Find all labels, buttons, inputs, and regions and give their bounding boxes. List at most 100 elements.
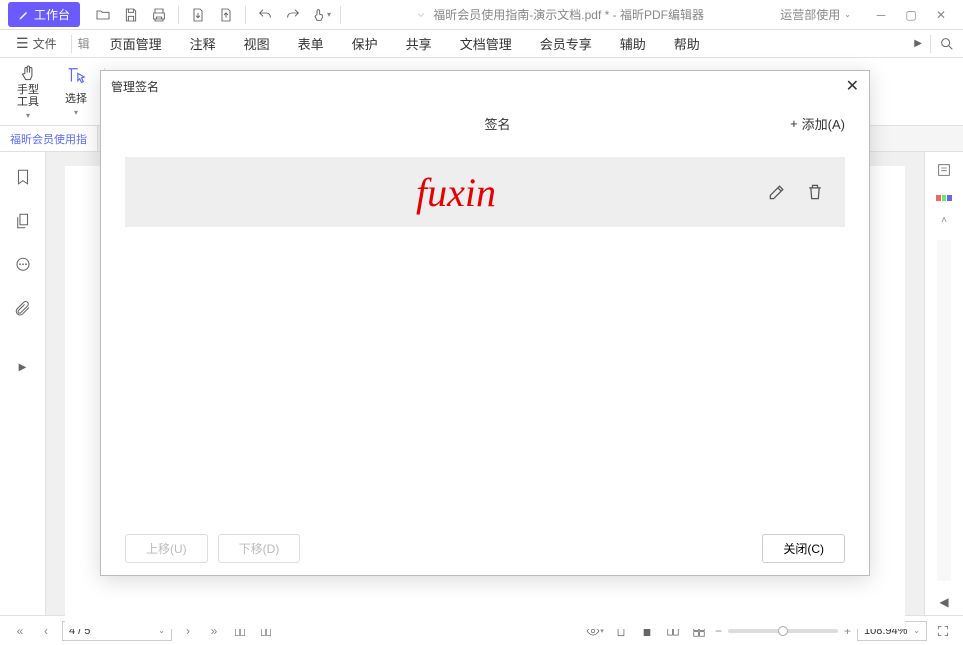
paperclip-icon [14, 300, 32, 318]
import-button[interactable] [213, 2, 239, 28]
delete-signature-button[interactable] [805, 182, 825, 202]
touch-button[interactable]: ▾ [308, 2, 334, 28]
folder-icon [95, 7, 111, 23]
zoom-slider[interactable] [728, 629, 838, 633]
move-up-button[interactable]: 上移(U) [125, 534, 208, 563]
select-icon [65, 66, 87, 88]
print-icon [151, 7, 167, 23]
document-tab[interactable]: 福昕会员使用指 [0, 126, 98, 151]
first-page-button[interactable]: « [10, 621, 30, 641]
prev-page-button[interactable]: ‹ [36, 621, 56, 641]
search-icon[interactable] [939, 36, 955, 52]
save-icon [123, 7, 139, 23]
menu-annotate[interactable]: 注释 [190, 34, 216, 53]
vertical-scrollbar[interactable] [937, 240, 951, 581]
save-button[interactable] [118, 2, 144, 28]
overflow-right-icon[interactable]: ▶ [914, 38, 922, 49]
pages-panel-button[interactable] [12, 210, 34, 232]
file-menu-label: 文件 [33, 35, 57, 52]
export-button[interactable] [185, 2, 211, 28]
right-sidebar: ˄ ◀ [925, 152, 963, 615]
zoom-knob[interactable] [778, 626, 788, 636]
title-bar: 工作台 ▾ 福昕会员使用指南-演示文档.pdf * - 福昕PDF编辑器 运营部… [0, 0, 963, 30]
document-title: 福昕会员使用指南-演示文档.pdf * - 福昕PDF编辑器 [345, 6, 774, 23]
menu-share[interactable]: 共享 [406, 34, 432, 53]
bookmark-panel-button[interactable] [12, 166, 34, 188]
quick-access-toolbar: ▾ [90, 2, 345, 28]
maximize-button[interactable]: ▢ [897, 2, 925, 28]
undo-button[interactable] [252, 2, 278, 28]
dialog-header-label: 签名 [205, 114, 790, 133]
add-signature-button[interactable]: + 添加(A) [790, 114, 845, 133]
chat-icon [14, 256, 32, 274]
collapse-right-button[interactable]: ◀ [939, 595, 948, 609]
menu-bar: ☰ 文件 辑 页面管理 注释 视图 表单 保护 共享 文档管理 会员专享 辅助 … [0, 30, 963, 58]
expand-sidebar-button[interactable]: ▶ [19, 362, 27, 373]
fullscreen-icon [936, 624, 950, 638]
menu-view[interactable]: 视图 [244, 34, 270, 53]
hand-icon [17, 64, 39, 83]
dialog-footer: 上移(U) 下移(D) 关闭(C) [101, 521, 869, 575]
document-title-text: 福昕会员使用指南-演示文档.pdf * - 福昕PDF编辑器 [433, 6, 704, 23]
left-sidebar: ▶ [0, 152, 46, 615]
chevron-down-icon: ▾ [74, 108, 78, 117]
hamburger-icon: ☰ [16, 35, 29, 52]
pen-icon [18, 9, 30, 21]
file-menu[interactable]: ☰ 文件 [8, 31, 65, 56]
select-tool-label: 选择 [65, 90, 87, 106]
window-controls: ─ ▢ ✕ [867, 2, 955, 28]
signature-actions [767, 182, 825, 202]
menu-doc-manage[interactable]: 文档管理 [460, 34, 512, 53]
color-strip-icon[interactable] [936, 195, 952, 201]
export-icon [190, 7, 206, 23]
signature-text: fuxin [416, 169, 496, 216]
user-label: 运营部使用 [780, 6, 840, 23]
workspace-button[interactable]: 工作台 [8, 2, 80, 27]
menu-tail: ▶ [914, 35, 955, 53]
scroll-up-button[interactable]: ˄ [941, 215, 947, 226]
dialog-header: 签名 + 添加(A) [101, 101, 869, 145]
workspace-label: 工作台 [34, 6, 70, 23]
plus-icon: + [790, 116, 798, 131]
chevron-down-icon [415, 9, 427, 21]
menu-member[interactable]: 会员专享 [540, 34, 592, 53]
minimize-button[interactable]: ─ [867, 2, 895, 28]
pages-icon [14, 212, 32, 230]
edit-signature-button[interactable] [767, 182, 787, 202]
signature-preview: fuxin [145, 169, 767, 216]
comments-panel-button[interactable] [12, 254, 34, 276]
fullscreen-button[interactable] [933, 621, 953, 641]
menu-form[interactable]: 表单 [298, 34, 324, 53]
chevron-down-icon: ⌄ [844, 10, 851, 19]
hand-tool-button[interactable]: 手型 工具 ▾ [8, 64, 48, 120]
add-signature-label: 添加(A) [802, 114, 845, 133]
document-tab-label: 福昕会员使用指 [10, 131, 87, 147]
redo-icon [285, 7, 301, 23]
menu-protect[interactable]: 保护 [352, 34, 378, 53]
select-tool-button[interactable]: 选择 ▾ [56, 64, 96, 120]
menu-page-management[interactable]: 页面管理 [110, 34, 162, 53]
dialog-titlebar[interactable]: 管理签名 ✕ [101, 71, 869, 101]
format-icon [936, 162, 952, 178]
attachments-panel-button[interactable] [12, 298, 34, 320]
format-panel-button[interactable] [936, 162, 952, 181]
hand-tool-label: 手型 工具 [17, 84, 39, 108]
dialog-title: 管理签名 [111, 78, 159, 95]
close-dialog-button[interactable]: 关闭(C) [762, 534, 845, 563]
chevron-down-icon: ⌄ [913, 626, 920, 635]
touch-icon [311, 7, 327, 23]
menu-assist[interactable]: 辅助 [620, 34, 646, 53]
undo-icon [257, 7, 273, 23]
move-down-button[interactable]: 下移(D) [218, 534, 301, 563]
redo-button[interactable] [280, 2, 306, 28]
user-dropdown[interactable]: 运营部使用 ⌄ [774, 4, 857, 25]
bookmark-icon [14, 168, 32, 186]
menu-help[interactable]: 帮助 [674, 34, 700, 53]
manage-signatures-dialog: 管理签名 ✕ 签名 + 添加(A) fuxin 上移(U) 下移(D) 关闭(C… [100, 70, 870, 576]
signature-row[interactable]: fuxin [125, 157, 845, 227]
dialog-body: fuxin [101, 145, 869, 521]
print-button[interactable] [146, 2, 172, 28]
dialog-close-button[interactable]: ✕ [846, 76, 859, 96]
close-window-button[interactable]: ✕ [927, 2, 955, 28]
open-button[interactable] [90, 2, 116, 28]
